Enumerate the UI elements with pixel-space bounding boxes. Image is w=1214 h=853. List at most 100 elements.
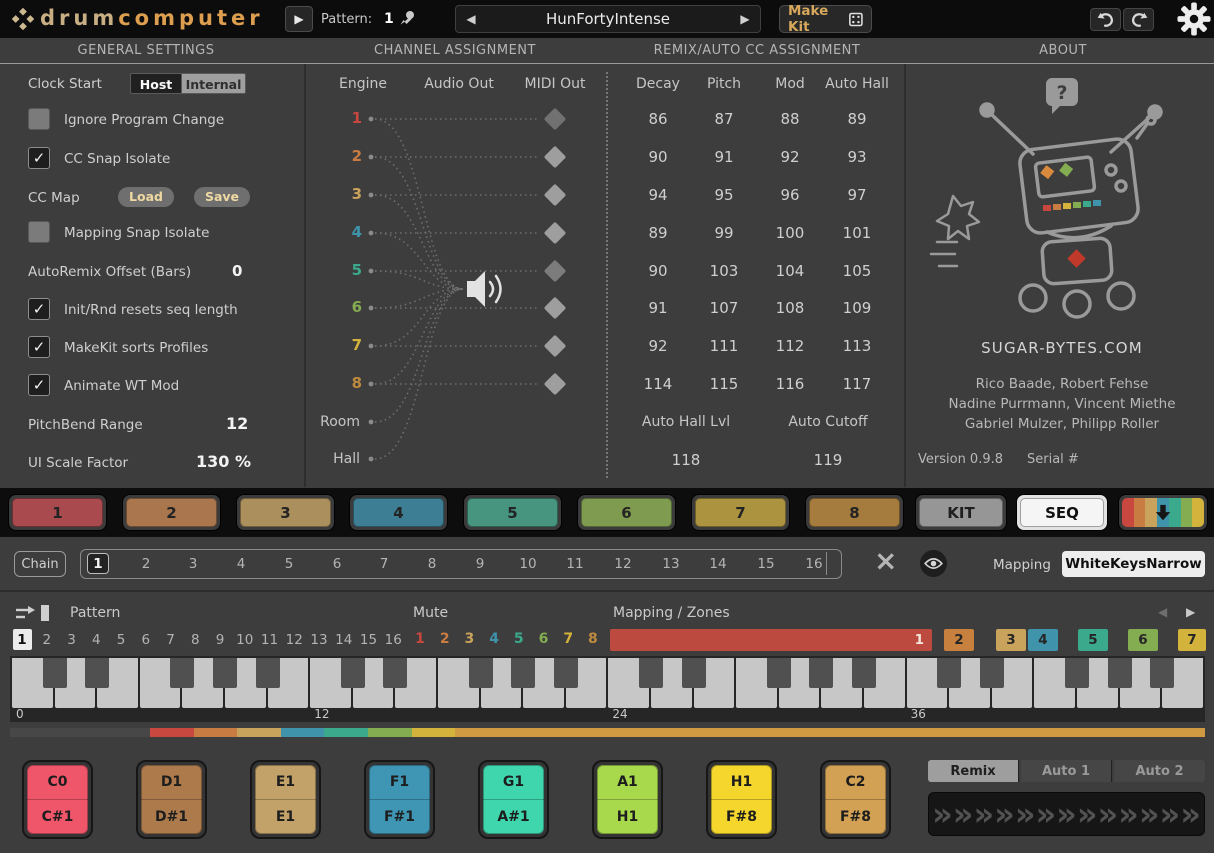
zone-2[interactable]: 2 (944, 629, 974, 651)
pitchbend-range-value[interactable]: 12 (226, 414, 248, 433)
chain-step-14[interactable]: 14 (709, 556, 726, 572)
cc-number[interactable]: 100 (776, 224, 805, 242)
mode-auto1-button[interactable]: Auto 1 (1021, 760, 1112, 782)
cc-number[interactable]: 117 (843, 375, 872, 393)
black-key[interactable] (980, 658, 1004, 688)
mode-remix-button[interactable]: Remix (928, 760, 1019, 782)
black-key[interactable] (809, 658, 833, 688)
cc-number[interactable]: 91 (714, 148, 733, 166)
black-key[interactable] (213, 658, 237, 688)
black-key[interactable] (170, 658, 194, 688)
cc-number[interactable]: 105 (843, 262, 872, 280)
pattern-goto-icon[interactable] (14, 604, 52, 622)
black-key[interactable] (1065, 658, 1089, 688)
black-key[interactable] (43, 658, 67, 688)
cc-number[interactable]: 111 (710, 337, 739, 355)
cc-number[interactable]: 109 (843, 299, 872, 317)
pattern-step-7[interactable]: 7 (166, 632, 175, 648)
cc-number[interactable]: 92 (648, 337, 667, 355)
pattern-step-3[interactable]: 3 (67, 632, 76, 648)
cc-number[interactable]: 90 (648, 148, 667, 166)
black-key[interactable] (1150, 658, 1174, 688)
zone-1[interactable]: 1 (610, 629, 932, 651)
pattern-step-13[interactable]: 13 (310, 632, 327, 648)
pattern-step-11[interactable]: 11 (261, 632, 278, 648)
chain-step-12[interactable]: 12 (614, 556, 631, 572)
collapse-panel-button[interactable] (1118, 494, 1208, 531)
engine-number-3[interactable]: 3 (336, 185, 362, 203)
engine-pad-4[interactable]: 4 (349, 494, 448, 531)
pattern-step-2[interactable]: 2 (42, 632, 51, 648)
midi-out-diamond-5[interactable] (544, 260, 567, 283)
mute-channel-6[interactable]: 6 (539, 631, 549, 647)
chain-step-2[interactable]: 2 (142, 556, 151, 572)
zone-6[interactable]: 6 (1128, 629, 1158, 651)
midi-out-diamond-7[interactable] (544, 335, 567, 358)
pattern-number-value[interactable]: 1 (384, 11, 394, 27)
preset-next-icon[interactable]: ▶ (730, 12, 760, 26)
cc-number[interactable]: 92 (780, 148, 799, 166)
cc-number[interactable]: 112 (776, 337, 805, 355)
engine-number-2[interactable]: 2 (336, 147, 362, 165)
chain-step-16[interactable]: 16 (805, 556, 822, 572)
mute-channel-4[interactable]: 4 (489, 631, 499, 647)
cc-number[interactable]: 94 (648, 186, 667, 204)
cc-map-save-button[interactable]: Save (194, 187, 250, 207)
chain-step-6[interactable]: 6 (333, 556, 342, 572)
black-key[interactable] (341, 658, 365, 688)
zone-4[interactable]: 4 (1028, 629, 1058, 651)
midi-out-diamond-3[interactable] (544, 184, 567, 207)
black-key[interactable] (511, 658, 535, 688)
cc-number[interactable]: 95 (714, 186, 733, 204)
engine-pad-6[interactable]: 6 (577, 494, 676, 531)
black-key[interactable] (937, 658, 961, 688)
mode-auto2-button[interactable]: Auto 2 (1114, 760, 1205, 782)
engine-pad-1[interactable]: 1 (8, 494, 107, 531)
cc-number[interactable]: 96 (780, 186, 799, 204)
clock-start-host-button[interactable]: Host (130, 73, 182, 94)
cc-map-load-button[interactable]: Load (118, 187, 174, 207)
chain-step-9[interactable]: 9 (476, 556, 485, 572)
mute-channel-5[interactable]: 5 (514, 631, 524, 647)
black-key[interactable] (767, 658, 791, 688)
mapping-snap-isolate-checkbox[interactable] (28, 221, 50, 243)
engine-pad-3[interactable]: 3 (236, 494, 335, 531)
zones-prev-icon[interactable]: ◀ (1158, 605, 1167, 619)
cc-number[interactable]: 108 (776, 299, 805, 317)
cc-number[interactable]: 97 (847, 186, 866, 204)
cc-number[interactable]: 103 (710, 262, 739, 280)
eye-button[interactable] (920, 550, 947, 577)
ui-scale-value[interactable]: 130 % (196, 452, 251, 471)
preset-name[interactable]: HunFortyIntense (486, 10, 730, 28)
engine-number-5[interactable]: 5 (336, 261, 362, 279)
zone-3[interactable]: 3 (996, 629, 1026, 651)
autoremix-offset-value[interactable]: 0 (232, 262, 242, 280)
black-key[interactable] (852, 658, 876, 688)
engine-number-1[interactable]: 1 (336, 109, 362, 127)
pattern-step-8[interactable]: 8 (191, 632, 200, 648)
chain-step-8[interactable]: 8 (428, 556, 437, 572)
engine-number-7[interactable]: 7 (336, 336, 362, 354)
close-icon[interactable]: × (874, 544, 897, 577)
cc-number[interactable]: 99 (714, 224, 733, 242)
sugar-bytes-link[interactable]: SUGAR-BYTES.COM (981, 339, 1143, 357)
cc-number[interactable]: 91 (648, 299, 667, 317)
kit-view-button[interactable]: KIT (915, 494, 1007, 531)
auto-cutoff-value[interactable]: 119 (814, 451, 843, 469)
black-key[interactable] (469, 658, 493, 688)
pattern-step-1[interactable]: 1 (13, 629, 32, 650)
makekit-sorts-checkbox[interactable] (28, 336, 50, 358)
redo-button[interactable] (1123, 8, 1154, 31)
black-key[interactable] (256, 658, 280, 688)
chain-step-7[interactable]: 7 (380, 556, 389, 572)
engine-number-4[interactable]: 4 (336, 223, 362, 241)
zones-next-icon[interactable]: ▶ (1186, 605, 1195, 619)
mute-channel-3[interactable]: 3 (465, 631, 475, 647)
note-pad-6[interactable]: A1H1 (592, 760, 663, 839)
cc-number[interactable]: 86 (648, 110, 667, 128)
mapping-select[interactable]: WhiteKeysNarrow (1062, 551, 1205, 577)
chain-step-10[interactable]: 10 (519, 556, 536, 572)
midi-out-diamond-6[interactable] (544, 297, 567, 320)
mute-channel-1[interactable]: 1 (415, 631, 425, 647)
zone-7[interactable]: 7 (1178, 629, 1206, 651)
